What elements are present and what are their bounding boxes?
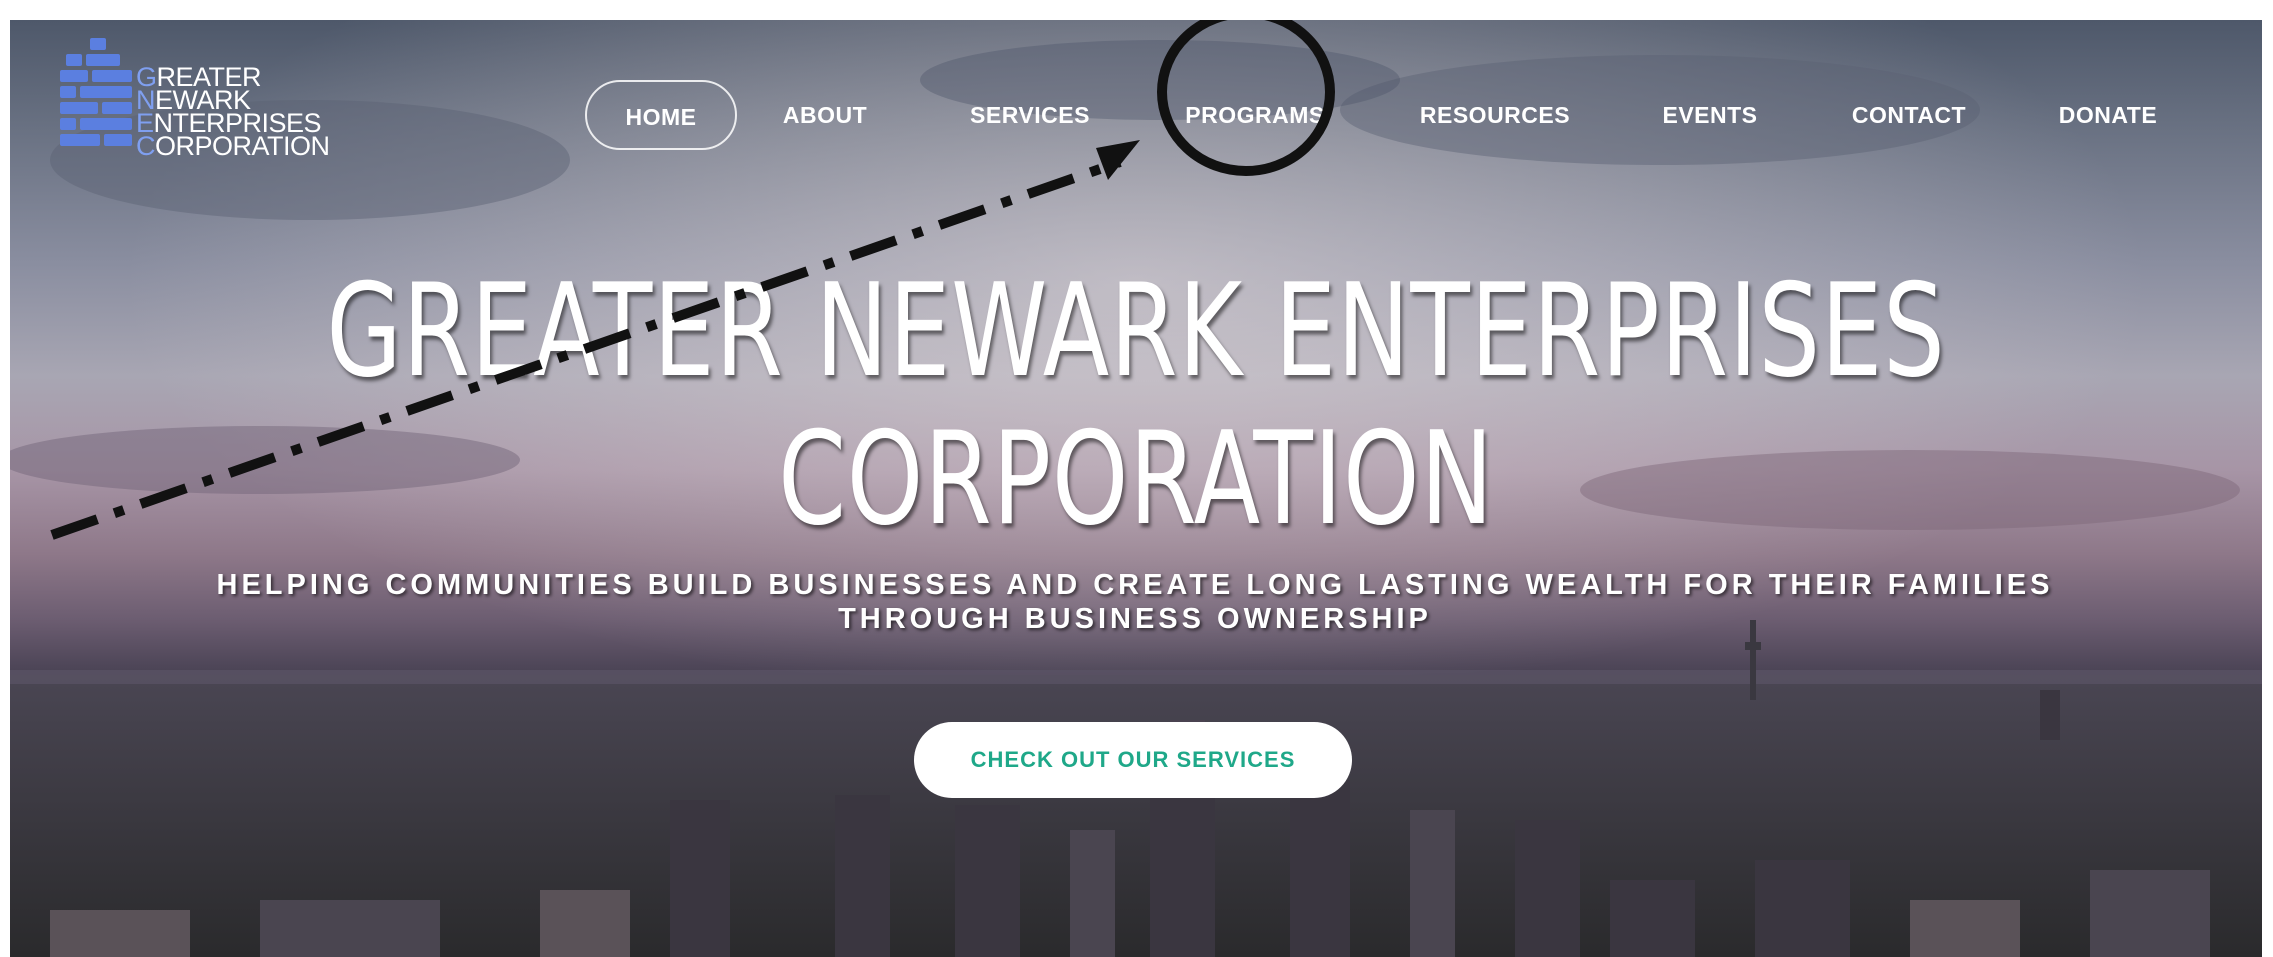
nav-item-programs[interactable]: PROGRAMS (1175, 80, 1335, 150)
logo-line-initial: C (136, 131, 156, 161)
site-logo[interactable]: GREATER NEWARK ENTERPRISES CORPORATION (60, 32, 350, 162)
logo-line: CORPORATION (136, 133, 330, 160)
hero-tagline: HELPING COMMUNITIES BUILD BUSINESSES AND… (160, 568, 2110, 636)
nav-item-contact[interactable]: CONTACT (1837, 80, 1981, 150)
nav-item-donate[interactable]: DONATE (2043, 80, 2173, 150)
nav-item-resources[interactable]: RESOURCES (1405, 80, 1585, 150)
hero-tagline-line: THROUGH BUSINESS OWNERSHIP (838, 603, 1432, 635)
logo-wordmark: GREATER NEWARK ENTERPRISES CORPORATION (136, 64, 330, 160)
nav-item-events[interactable]: EVENTS (1650, 80, 1770, 150)
page-title-line: GREATER NEWARK ENTERPRISES (326, 257, 1946, 406)
nav-item-home[interactable]: HOME (585, 80, 737, 150)
page-title: GREATER NEWARK ENTERPRISES CORPORATION (280, 258, 1992, 554)
logo-line-rest: ORPORATION (155, 131, 330, 161)
check-out-services-button[interactable]: CHECK OUT OUR SERVICES (914, 722, 1352, 798)
logo-mark-icon (60, 38, 132, 146)
hero-tagline-line: HELPING COMMUNITIES BUILD BUSINESSES AND… (216, 569, 2054, 601)
page-title-line: CORPORATION (778, 405, 1494, 554)
nav-item-services[interactable]: SERVICES (960, 80, 1100, 150)
hero-section: GREATER NEWARK ENTERPRISES CORPORATION H… (10, 20, 2262, 957)
nav-item-about[interactable]: ABOUT (770, 80, 880, 150)
